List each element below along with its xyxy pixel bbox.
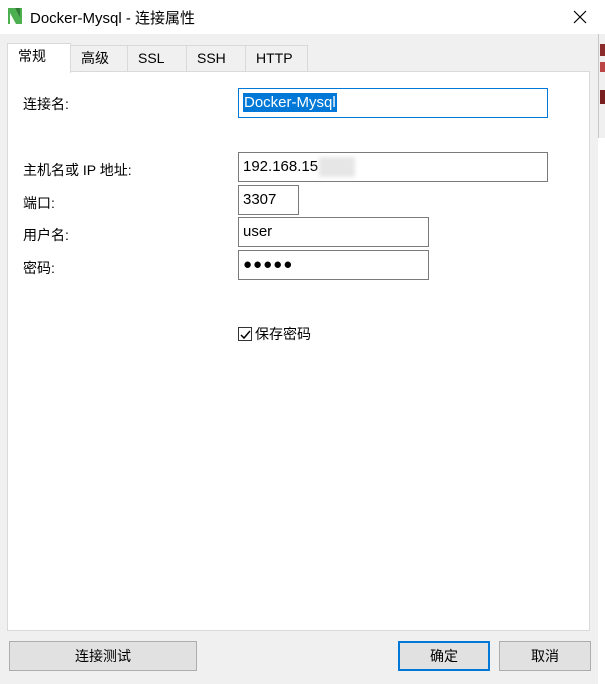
connection-name-label: 连接名:	[23, 96, 69, 112]
save-password-label: 保存密码	[255, 326, 311, 342]
dialog-body: 常规 高级 SSL SSH HTTP 连接名: Docker-Mysql 主机名…	[0, 34, 598, 684]
tab-ssh[interactable]: SSH	[186, 45, 246, 71]
tab-advanced[interactable]: 高级	[70, 45, 128, 71]
password-value: ●●●●●	[243, 256, 294, 273]
tab-ssl[interactable]: SSL	[127, 45, 187, 71]
general-tab-panel: 连接名: Docker-Mysql 主机名或 IP 地址: 192.168.15…	[7, 71, 590, 631]
username-value: user	[243, 223, 273, 240]
connection-name-value: Docker-Mysql	[243, 93, 337, 112]
tab-general[interactable]: 常规	[7, 43, 71, 73]
password-input[interactable]: ●●●●●	[238, 250, 429, 280]
tab-bar: 常规 高级 SSL SSH HTTP	[7, 43, 597, 73]
checkmark-icon	[239, 330, 251, 339]
checkbox-box[interactable]	[238, 327, 252, 341]
dialog-window: Docker-Mysql - 连接属性 常规 高级 SSL SSH HTTP 连…	[0, 0, 605, 684]
username-input[interactable]: user	[238, 217, 429, 247]
password-label: 密码:	[23, 260, 55, 276]
tab-http[interactable]: HTTP	[245, 45, 308, 71]
port-label: 端口:	[23, 195, 55, 211]
ok-button[interactable]: 确定	[398, 641, 490, 671]
save-password-checkbox[interactable]: 保存密码	[238, 324, 311, 344]
cancel-button[interactable]: 取消	[499, 641, 591, 671]
title-bar: Docker-Mysql - 连接属性	[0, 0, 605, 34]
host-value: 192.168.15	[243, 158, 319, 175]
close-icon	[573, 10, 587, 24]
close-button[interactable]	[569, 6, 591, 28]
redacted-blur	[319, 157, 356, 178]
port-input[interactable]: 3307	[238, 185, 299, 215]
host-label: 主机名或 IP 地址:	[23, 162, 132, 178]
navicat-logo-icon	[8, 8, 22, 24]
host-input[interactable]: 192.168.15	[238, 152, 548, 182]
test-connection-button[interactable]: 连接测试	[9, 641, 197, 671]
background-window-edge	[598, 34, 605, 138]
username-label: 用户名:	[23, 227, 69, 243]
window-title: Docker-Mysql - 连接属性	[30, 10, 196, 27]
connection-name-input[interactable]: Docker-Mysql	[238, 88, 548, 118]
port-value: 3307	[243, 191, 277, 208]
